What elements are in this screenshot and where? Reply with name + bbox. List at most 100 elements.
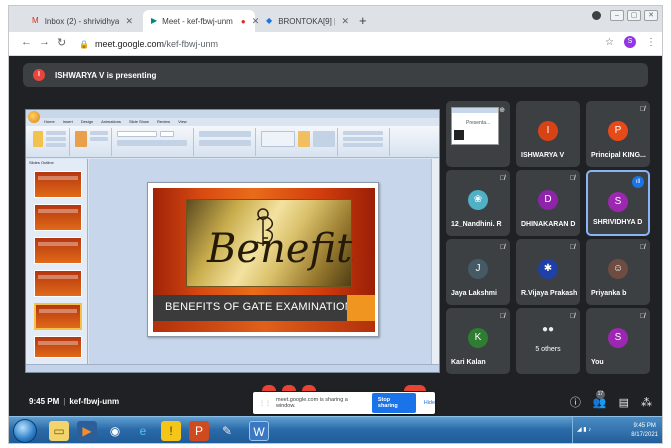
- participant-tile[interactable]: 🎙̸ ✱ R.Vijaya Prakash: [516, 239, 580, 305]
- participant-tile[interactable]: 🎙̸ K Kari Kalan: [446, 308, 510, 374]
- avatar-photo: ❀: [468, 190, 488, 210]
- taskbar-clock[interactable]: 9:45 PM 8/17/2021: [631, 422, 658, 440]
- internet-explorer-icon[interactable]: e: [133, 421, 153, 441]
- ribbon-tab: Insert: [62, 119, 73, 124]
- clock-date: 8/17/2021: [631, 432, 658, 438]
- maximize-button[interactable]: ▢: [627, 10, 641, 21]
- info-icon[interactable]: ⓘ: [570, 394, 581, 410]
- participant-name: Kari Kalan: [451, 359, 486, 366]
- screen-sharing-notice: ⋮⋮ meet.google.com is sharing a window. …: [253, 392, 435, 414]
- forward-arrow-icon[interactable]: →: [39, 36, 50, 48]
- presentation-preview: Presenta...: [451, 107, 499, 145]
- meeting-time: 9:45 PM: [29, 397, 60, 406]
- pin-icon[interactable]: ⊕: [499, 106, 505, 114]
- meet-icon: ▶: [151, 16, 158, 25]
- close-icon[interactable]: ✕: [125, 16, 133, 27]
- slide-thumbnail[interactable]: [34, 270, 82, 297]
- ribbon-group-editing: [340, 128, 390, 156]
- slide-thumbnail-selected[interactable]: [34, 303, 82, 330]
- call-controls-peek: [254, 385, 434, 391]
- chat-icon[interactable]: ▤: [619, 396, 629, 409]
- ribbon-tab: Slide Show: [128, 119, 149, 124]
- mic-off-icon: 🎙̸: [499, 313, 505, 320]
- minimize-button[interactable]: –: [610, 10, 624, 21]
- record-icon: [592, 11, 601, 20]
- participant-tile[interactable]: 🎙̸ D DHINAKARAN D: [516, 170, 580, 236]
- drag-handle-icon[interactable]: ⋮⋮: [259, 400, 271, 407]
- tab-meet[interactable]: ▶ Meet - kef-fbwj-unm ● ✕: [143, 10, 259, 32]
- address-bar-actions: ☆ S ⋮: [605, 36, 656, 48]
- address-bar: ← → ↻ 🔒 meet.google.com/kef-fbwj-unm ☆ S…: [9, 32, 662, 56]
- self-tile[interactable]: 🎙̸ S You: [586, 308, 650, 374]
- ribbon-group-font: [114, 128, 194, 156]
- lock-icon: 🔒: [79, 39, 89, 49]
- sticky-notes-icon[interactable]: !: [161, 421, 181, 441]
- powerpoint-titlebar: [26, 110, 439, 118]
- chrome-icon[interactable]: ◉: [105, 421, 125, 441]
- others-tile[interactable]: 🎙̸ ●● 5 others: [516, 308, 580, 374]
- paint-icon[interactable]: ✎: [217, 421, 237, 441]
- slide-thumbnail[interactable]: [34, 237, 82, 264]
- participant-tile[interactable]: 🎙̸ ❀ 12_Nandhini. R: [446, 170, 510, 236]
- slide-thumbnail[interactable]: [34, 204, 82, 231]
- ribbon-tabs: Home Insert Design Animations Slide Show…: [44, 119, 187, 124]
- participant-name: You: [591, 359, 604, 366]
- participant-tile-presentation[interactable]: Presenta... ⊕: [446, 101, 510, 167]
- mic-off-icon: 🎙̸: [569, 244, 575, 251]
- mic-off-icon: 🎙̸: [569, 175, 575, 182]
- file-explorer-icon[interactable]: ▭: [49, 421, 69, 441]
- slide-footer-strip: [153, 321, 375, 332]
- avatar: D: [538, 190, 558, 210]
- presenting-text: ISHWARYA V is presenting: [55, 70, 157, 80]
- slide-image: Benefits: [186, 199, 353, 287]
- tab-gmail[interactable]: M Inbox (2) - shrividhya.civil@kingc ✕: [23, 10, 141, 32]
- slide-script-word: Benefits: [206, 226, 353, 272]
- back-arrow-icon[interactable]: ←: [21, 36, 32, 48]
- media-player-icon[interactable]: ▶: [77, 421, 97, 441]
- ribbon-tab: View: [178, 119, 187, 124]
- new-tab-button[interactable]: +: [359, 13, 367, 28]
- stop-sharing-button[interactable]: Stop sharing: [371, 393, 416, 413]
- tab-label: Inbox (2) - shrividhya.civil@kingc: [44, 16, 120, 26]
- window-controls: – ▢ ✕: [592, 10, 658, 21]
- word-icon[interactable]: W: [249, 421, 269, 441]
- close-icon[interactable]: ✕: [341, 16, 349, 27]
- mic-off-icon: 🎙̸: [499, 244, 505, 251]
- close-window-button[interactable]: ✕: [644, 10, 658, 21]
- powerpoint-icon[interactable]: P: [189, 421, 209, 441]
- url-field[interactable]: 🔒 meet.google.com/kef-fbwj-unm: [79, 35, 609, 53]
- people-button[interactable]: 17 👥: [593, 389, 607, 409]
- participant-tile[interactable]: 🎙̸ ☺ Priyanka b: [586, 239, 650, 305]
- office-button-icon: [28, 111, 40, 123]
- start-button[interactable]: [13, 419, 37, 443]
- participant-tile[interactable]: I ISHWARYA V: [516, 101, 580, 167]
- hide-button[interactable]: Hide: [424, 400, 435, 406]
- participant-tile[interactable]: 🎙̸ P Principal KING...: [586, 101, 650, 167]
- benefits-script-image: Benefits: [206, 208, 353, 272]
- sharing-text: meet.google.com is sharing a window.: [276, 397, 348, 409]
- slide-thumbnail[interactable]: [34, 336, 82, 358]
- url-path: /kef-fbwj-unm: [164, 39, 219, 49]
- avatar: P: [608, 121, 628, 141]
- slide-accent-block: [347, 295, 375, 321]
- menu-kebab-icon[interactable]: ⋮: [646, 37, 656, 48]
- participant-count-badge: 17: [595, 389, 605, 399]
- avatar-photo: ☺: [608, 259, 628, 279]
- avatar: S: [608, 328, 628, 348]
- profile-avatar[interactable]: S: [624, 36, 636, 48]
- tray-icons[interactable]: ◢ ▮ ♪: [577, 426, 591, 433]
- site-icon: ◆: [266, 16, 273, 25]
- powerpoint-status-bar: [26, 364, 439, 372]
- activities-icon[interactable]: ⁂: [641, 396, 652, 409]
- ribbon-group-drawing: [258, 128, 338, 156]
- tab-brontoka[interactable]: ◆ BRONTOKA[9] | By: HVM31 -- Ir ✕: [257, 10, 357, 32]
- star-icon[interactable]: ☆: [605, 37, 614, 48]
- participant-name: Priyanka b: [591, 290, 627, 297]
- slide-thumbnail[interactable]: [34, 171, 82, 198]
- slide-scrollbar[interactable]: [431, 159, 439, 366]
- slide-background: Benefits: [153, 188, 375, 295]
- reload-icon[interactable]: ↻: [57, 36, 66, 49]
- participant-tile-speaking[interactable]: ıll S SHRIVIDHYA D: [586, 170, 650, 236]
- avatar: I: [538, 121, 558, 141]
- participant-tile[interactable]: 🎙̸ J Jaya Lakshmi: [446, 239, 510, 305]
